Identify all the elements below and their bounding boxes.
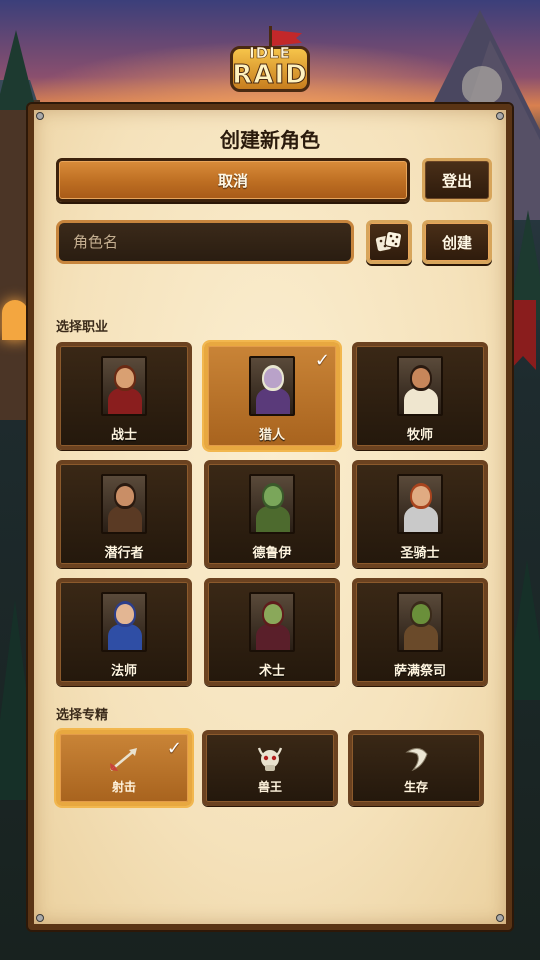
spec-card-survival[interactable]: 生存: [348, 730, 484, 806]
skull-decoration: [462, 66, 502, 104]
class-label: 战士: [110, 428, 137, 443]
spec-card-marksmanship[interactable]: 射击 ✓: [56, 730, 192, 806]
class-card-druid[interactable]: 德鲁伊: [204, 460, 340, 568]
class-card-rogue[interactable]: 潜行者: [56, 460, 192, 568]
class-portrait-shaman: [397, 592, 443, 652]
class-label: 术士: [258, 664, 285, 679]
arrow-icon: [107, 744, 141, 774]
class-grid: 战士 猎人 ✓ 牧师潜行者 德鲁伊 圣骑士法师 术士 萨满祭司: [56, 342, 488, 686]
class-card-hunter[interactable]: 猎人 ✓: [204, 342, 340, 450]
character-name-input[interactable]: [56, 220, 354, 264]
class-card-paladin[interactable]: 圣骑士: [352, 460, 488, 568]
class-label: 圣骑士: [400, 546, 440, 561]
class-card-warrior[interactable]: 战士: [56, 342, 192, 450]
dice-icon: [374, 230, 403, 253]
class-label: 潜行者: [104, 546, 144, 561]
beast-skull-icon: [253, 744, 287, 774]
spec-grid: 射击 ✓ 兽王 生存: [56, 730, 484, 806]
selected-check-icon: ✓: [314, 350, 330, 371]
class-card-shaman[interactable]: 萨满祭司: [352, 578, 488, 686]
class-portrait-druid: [249, 474, 295, 534]
class-card-warlock[interactable]: 术士: [204, 578, 340, 686]
create-button[interactable]: 创建: [422, 220, 492, 264]
spec-section-label: 选择专精: [56, 708, 109, 723]
class-portrait-warrior: [101, 356, 147, 416]
create-character-panel: 创建新角色 取消 登出 创建 选择职业 战士 猎人 ✓ 牧师潜行者 德鲁伊 圣骑士法师 术士…: [28, 104, 512, 930]
selected-check-icon: ✓: [166, 738, 182, 759]
random-name-button[interactable]: [366, 220, 412, 264]
spec-label: 兽王: [257, 780, 282, 794]
spec-label: 射击: [111, 780, 136, 794]
class-portrait-paladin: [397, 474, 443, 534]
class-portrait-rogue: [101, 474, 147, 534]
logout-button[interactable]: 登出: [422, 158, 492, 202]
class-label: 德鲁伊: [252, 546, 292, 561]
class-portrait-mage: [101, 592, 147, 652]
class-card-priest[interactable]: 牧师: [352, 342, 488, 450]
spec-card-beast-mastery[interactable]: 兽王: [202, 730, 338, 806]
red-banner: [510, 300, 536, 370]
class-section-label: 选择职业: [56, 320, 109, 335]
class-card-mage[interactable]: 法师: [56, 578, 192, 686]
class-portrait-warlock: [249, 592, 295, 652]
spec-label: 生存: [403, 780, 428, 794]
class-portrait-priest: [397, 356, 443, 416]
cancel-button[interactable]: 取消: [56, 158, 410, 202]
logo-main-text: RAID: [232, 60, 308, 91]
game-logo: IDLE RAID: [222, 24, 318, 96]
class-label: 猎人: [258, 428, 285, 443]
page-title: 创建新角色: [220, 128, 320, 152]
class-label: 萨满祭司: [393, 664, 446, 679]
class-portrait-hunter: [249, 356, 295, 416]
class-label: 法师: [110, 664, 137, 679]
claw-icon: [399, 744, 433, 774]
class-label: 牧师: [406, 428, 433, 443]
